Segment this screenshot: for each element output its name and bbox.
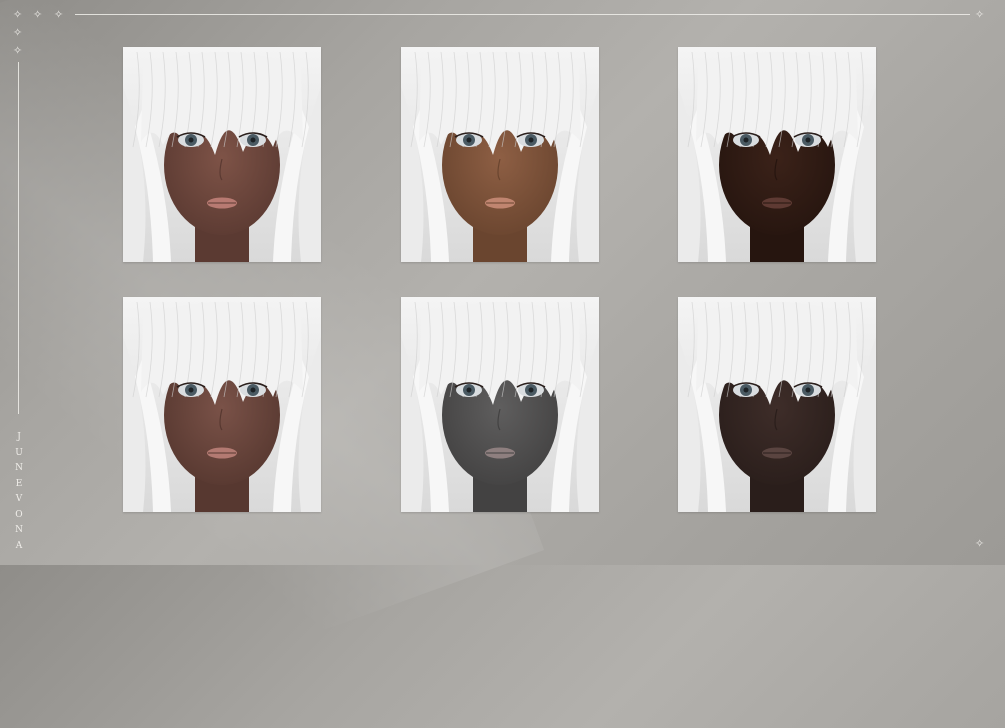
portrait-image (123, 47, 321, 262)
portrait-image (678, 297, 876, 512)
brand-wordmark: J U N E V O N A (13, 430, 25, 554)
portrait-image (123, 297, 321, 512)
brand-letter: N (15, 525, 23, 535)
brand-letter: O (15, 509, 23, 520)
top-divider-line (75, 14, 970, 15)
brand-letter: A (15, 540, 23, 551)
skin-swatch-card (401, 297, 599, 512)
sparkle-icon: ✧ (13, 8, 23, 21)
brand-letter: J (17, 432, 21, 442)
sparkle-icon: ✧ (975, 537, 985, 550)
skin-swatch-card (123, 47, 321, 262)
skin-swatch-card (678, 297, 876, 512)
sparkle-icon: ✧ (13, 44, 23, 57)
brand-letter: N (15, 463, 23, 473)
sparkle-icon: ✧ (975, 8, 985, 21)
portrait-image (678, 47, 876, 262)
skin-swatch-card (401, 47, 599, 262)
brand-letter: U (15, 447, 23, 458)
portrait-image (401, 297, 599, 512)
side-divider-line (18, 62, 19, 414)
portrait-image (401, 47, 599, 262)
skin-swatch-card (678, 47, 876, 262)
skin-swatch-card (123, 297, 321, 512)
brand-letter: E (15, 478, 23, 489)
sparkle-icon: ✧ (54, 8, 64, 21)
sparkle-icon: ✧ (13, 26, 23, 39)
sparkle-icon: ✧ (33, 8, 43, 21)
brand-letter: V (15, 494, 23, 504)
